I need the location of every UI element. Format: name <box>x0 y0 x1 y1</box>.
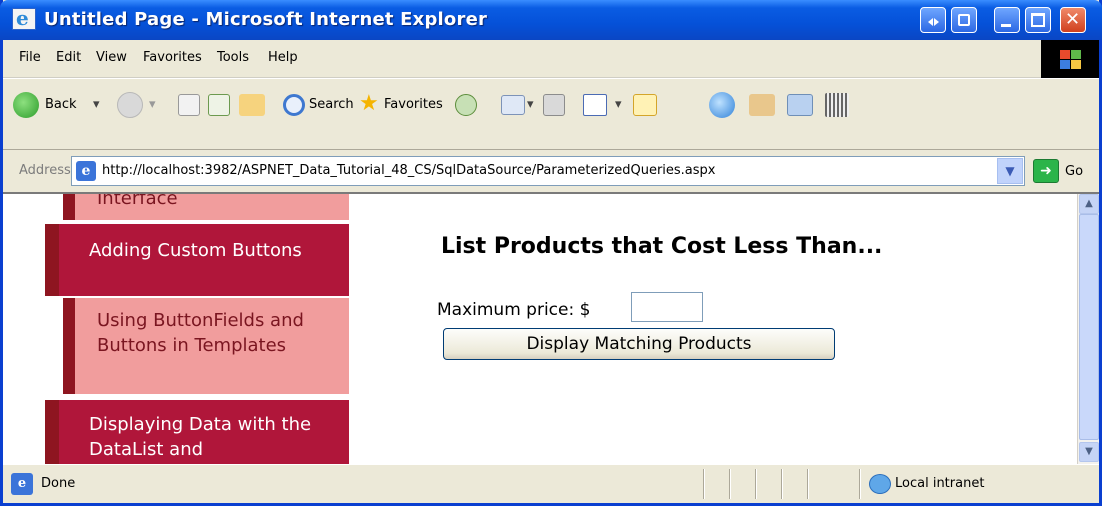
menu-edit[interactable]: Edit <box>56 50 81 65</box>
sidebar-item-interface[interactable]: Interface <box>63 192 349 220</box>
page-title: List Products that Cost Less Than... <box>441 234 883 259</box>
security-zone-label: Local intranet <box>895 476 985 491</box>
stop-icon[interactable] <box>178 94 200 116</box>
back-dropdown-icon[interactable]: ▾ <box>93 97 100 112</box>
home-icon[interactable] <box>239 94 265 116</box>
refresh-icon[interactable] <box>208 94 230 116</box>
menu-tools[interactable]: Tools <box>217 50 249 65</box>
sidebar-item-label: Using ButtonFields and Buttons in Templa… <box>97 310 304 356</box>
minimize-button[interactable] <box>994 7 1020 33</box>
toolbar: Back ▾ ▾ Search ★ Favorites ▾ ▾ <box>3 78 1099 150</box>
back-button[interactable]: Back <box>45 97 77 112</box>
address-dropdown-icon[interactable]: ▼ <box>997 158 1023 184</box>
back-arrow-icon[interactable] <box>13 92 39 118</box>
windows-logo-icon <box>1041 40 1099 78</box>
window-title: Untitled Page - Microsoft Internet Explo… <box>44 9 488 30</box>
go-button[interactable]: Go <box>1065 164 1083 179</box>
status-divider <box>703 469 705 499</box>
status-divider <box>859 469 861 499</box>
favorites-button[interactable]: Favorites <box>384 97 443 112</box>
close-button[interactable]: ✕ <box>1060 7 1086 33</box>
word-edit-icon[interactable] <box>583 94 607 116</box>
menu-view[interactable]: View <box>96 50 127 65</box>
extra-window-button[interactable] <box>920 7 946 33</box>
messenger-icon[interactable] <box>709 92 735 118</box>
grid-addon-icon[interactable] <box>825 93 849 117</box>
search-icon[interactable] <box>283 94 305 116</box>
page-content: Interface Adding Custom Buttons Using Bu… <box>3 192 1099 464</box>
max-price-input[interactable] <box>631 292 703 322</box>
menu-favorites[interactable]: Favorites <box>143 50 202 65</box>
mail-icon[interactable] <box>501 95 525 115</box>
sidebar-item-displaying-data-datalist[interactable]: Displaying Data with the DataList and <box>45 400 349 464</box>
go-arrow-icon[interactable]: ➜ <box>1033 159 1059 183</box>
status-text: Done <box>41 476 76 491</box>
forward-dropdown-icon[interactable]: ▾ <box>149 97 156 112</box>
address-url[interactable]: http://localhost:3982/ASPNET_Data_Tutori… <box>102 163 716 178</box>
mail-dropdown-icon[interactable]: ▾ <box>527 97 534 112</box>
sidebar-item-adding-custom-buttons[interactable]: Adding Custom Buttons <box>45 224 349 296</box>
search-button[interactable]: Search <box>309 97 354 112</box>
edit-dropdown-icon[interactable]: ▾ <box>615 97 622 112</box>
sidebar-item-label: Interface <box>97 192 178 209</box>
display-matching-products-button[interactable]: Display Matching Products <box>443 328 835 360</box>
status-divider <box>807 469 809 499</box>
status-divider <box>755 469 757 499</box>
menu-bar: File Edit View Favorites Tools Help <box>3 40 1099 78</box>
restore-small-button[interactable] <box>951 7 977 33</box>
menu-file[interactable]: File <box>19 50 41 65</box>
status-bar: e Done Local intranet <box>3 464 1099 503</box>
browser-window: e Untitled Page - Microsoft Internet Exp… <box>0 0 1102 506</box>
scroll-thumb[interactable] <box>1079 214 1099 440</box>
history-icon[interactable] <box>455 94 477 116</box>
sidebar-nav: Interface Adding Custom Buttons Using Bu… <box>31 194 349 464</box>
title-bar[interactable]: e Untitled Page - Microsoft Internet Exp… <box>0 0 1102 40</box>
sidebar-item-label: Displaying Data with the DataList and <box>89 414 312 460</box>
favorites-star-icon[interactable]: ★ <box>359 91 379 116</box>
page-done-icon: e <box>11 473 33 495</box>
address-bar: Address e http://localhost:3982/ASPNET_D… <box>3 150 1099 192</box>
max-price-label: Maximum price: $ <box>437 300 591 320</box>
status-divider <box>781 469 783 499</box>
forward-arrow-icon[interactable] <box>117 92 143 118</box>
scroll-down-icon[interactable]: ▼ <box>1079 442 1099 462</box>
scroll-up-icon[interactable]: ▲ <box>1079 194 1099 214</box>
page-icon: e <box>76 161 96 181</box>
sidebar-item-label: Adding Custom Buttons <box>89 240 302 261</box>
discuss-icon[interactable] <box>633 94 657 116</box>
research-icon[interactable] <box>749 94 775 116</box>
tools-icon[interactable] <box>787 94 813 116</box>
menu-help[interactable]: Help <box>268 50 298 65</box>
vertical-scrollbar[interactable]: ▲ ▼ <box>1077 194 1099 464</box>
ie-logo-icon: e <box>12 6 36 30</box>
address-input[interactable]: e http://localhost:3982/ASPNET_Data_Tuto… <box>71 156 1025 186</box>
address-label: Address <box>19 163 71 178</box>
print-icon[interactable] <box>543 94 565 116</box>
sidebar-item-using-buttonfields[interactable]: Using ButtonFields and Buttons in Templa… <box>63 298 349 394</box>
intranet-globe-icon <box>869 474 891 494</box>
maximize-button[interactable] <box>1025 7 1051 33</box>
status-divider <box>729 469 731 499</box>
